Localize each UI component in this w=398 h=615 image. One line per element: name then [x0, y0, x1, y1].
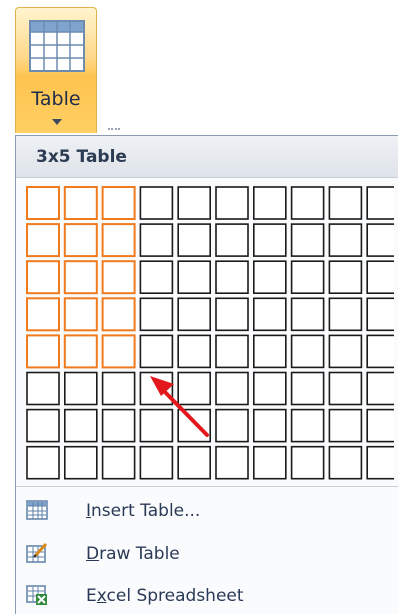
grid-cell[interactable] — [177, 445, 211, 480]
grid-cell[interactable] — [215, 260, 249, 294]
grid-cell[interactable] — [63, 371, 98, 406]
grid-cell[interactable] — [215, 334, 249, 369]
grid-cell-selected[interactable] — [63, 186, 98, 220]
grid-cell-selected[interactable] — [63, 297, 98, 332]
table-size-grid[interactable] — [24, 184, 394, 482]
excel-spreadsheet-label: Excel Spreadsheet — [86, 586, 244, 606]
grid-cell-selected[interactable] — [101, 334, 136, 369]
ribbon-divider — [108, 128, 120, 133]
excel-spreadsheet-icon — [26, 585, 47, 605]
grid-cell[interactable] — [26, 408, 60, 443]
grid-cell[interactable] — [328, 297, 363, 332]
grid-cell[interactable] — [253, 297, 287, 332]
grid-cell[interactable] — [290, 334, 325, 369]
grid-cell[interactable] — [328, 445, 363, 480]
grid-cell[interactable] — [366, 408, 394, 443]
grid-cell[interactable] — [328, 260, 363, 294]
grid-cell-selected[interactable] — [63, 260, 98, 295]
grid-cell[interactable] — [215, 371, 249, 406]
grid-cell[interactable] — [290, 371, 325, 406]
grid-cell-selected[interactable] — [26, 186, 60, 220]
grid-cell[interactable] — [253, 408, 287, 443]
grid-cell[interactable] — [101, 445, 136, 480]
grid-cell-selected[interactable] — [26, 260, 60, 295]
menu-separator — [16, 486, 398, 487]
grid-cell[interactable] — [177, 260, 211, 294]
grid-cell[interactable] — [101, 371, 136, 406]
grid-cell[interactable] — [177, 186, 211, 220]
draw-table-icon — [26, 542, 48, 563]
insert-table-menu-item[interactable]: Insert Table... — [16, 492, 398, 530]
grid-cell[interactable] — [215, 186, 249, 220]
grid-cell[interactable] — [26, 371, 60, 406]
grid-cell[interactable] — [139, 186, 174, 220]
grid-cell[interactable] — [328, 223, 363, 257]
draw-table-label: Draw Table — [86, 544, 180, 564]
grid-cell[interactable] — [177, 334, 211, 369]
grid-cell[interactable] — [253, 445, 287, 480]
grid-cell[interactable] — [290, 408, 325, 443]
grid-cell-selected[interactable] — [26, 297, 60, 332]
grid-cell-selected[interactable] — [101, 186, 136, 220]
grid-cell-selected[interactable] — [101, 297, 136, 332]
table-size-label: 3x5 Table — [16, 136, 398, 178]
grid-cell[interactable] — [366, 186, 394, 220]
insert-table-label: Insert Table... — [86, 501, 201, 521]
grid-cell-selected[interactable] — [63, 334, 98, 369]
grid-cell-selected[interactable] — [101, 260, 136, 295]
grid-cell[interactable] — [328, 371, 363, 406]
grid-cell[interactable] — [63, 408, 98, 443]
table-ribbon-button[interactable]: Table — [15, 7, 97, 133]
grid-cell[interactable] — [328, 186, 363, 220]
grid-cell[interactable] — [253, 334, 287, 369]
grid-cell[interactable] — [366, 260, 394, 294]
excel-spreadsheet-menu-item[interactable]: Excel Spreadsheet — [16, 577, 398, 615]
grid-cell[interactable] — [215, 297, 249, 332]
grid-cell[interactable] — [290, 223, 325, 257]
grid-cell[interactable] — [290, 186, 325, 220]
grid-cell[interactable] — [328, 334, 363, 369]
grid-cell[interactable] — [290, 445, 325, 480]
grid-cell[interactable] — [139, 260, 174, 294]
grid-cell-selected[interactable] — [26, 223, 60, 258]
grid-cell[interactable] — [177, 223, 211, 257]
insert-table-dropdown: 3x5 Table Insert Table... Draw Table Exc… — [15, 135, 398, 614]
grid-cell[interactable] — [177, 408, 211, 443]
grid-cell[interactable] — [63, 445, 98, 480]
grid-cell-selected[interactable] — [63, 223, 98, 258]
grid-cell[interactable] — [253, 371, 287, 406]
chevron-down-icon — [52, 119, 62, 125]
grid-cell[interactable] — [253, 186, 287, 220]
insert-table-icon — [26, 500, 48, 520]
grid-cell[interactable] — [177, 371, 211, 406]
grid-cell[interactable] — [26, 445, 60, 480]
draw-table-menu-item[interactable]: Draw Table — [16, 535, 398, 573]
grid-cell[interactable] — [139, 334, 174, 369]
grid-cell[interactable] — [253, 260, 287, 294]
grid-cell[interactable] — [366, 371, 394, 406]
grid-cell[interactable] — [290, 297, 325, 332]
table-button-label: Table — [31, 88, 81, 110]
grid-cell[interactable] — [366, 297, 394, 332]
grid-cell[interactable] — [139, 297, 174, 332]
grid-cell[interactable] — [215, 408, 249, 443]
grid-cell[interactable] — [215, 223, 249, 257]
grid-cell-selected[interactable] — [26, 334, 60, 369]
table-icon — [29, 20, 85, 72]
grid-cell[interactable] — [139, 445, 174, 480]
grid-cell-selected[interactable] — [101, 223, 136, 258]
grid-cell[interactable] — [139, 223, 174, 257]
grid-cell[interactable] — [290, 260, 325, 294]
grid-cell[interactable] — [177, 297, 211, 332]
grid-cell[interactable] — [366, 223, 394, 257]
grid-cell[interactable] — [215, 445, 249, 480]
grid-cell[interactable] — [101, 408, 136, 443]
grid-cell[interactable] — [328, 408, 363, 443]
grid-cell[interactable] — [139, 408, 174, 443]
grid-cell[interactable] — [253, 223, 287, 257]
grid-cell[interactable] — [366, 445, 394, 480]
grid-cell[interactable] — [366, 334, 394, 369]
